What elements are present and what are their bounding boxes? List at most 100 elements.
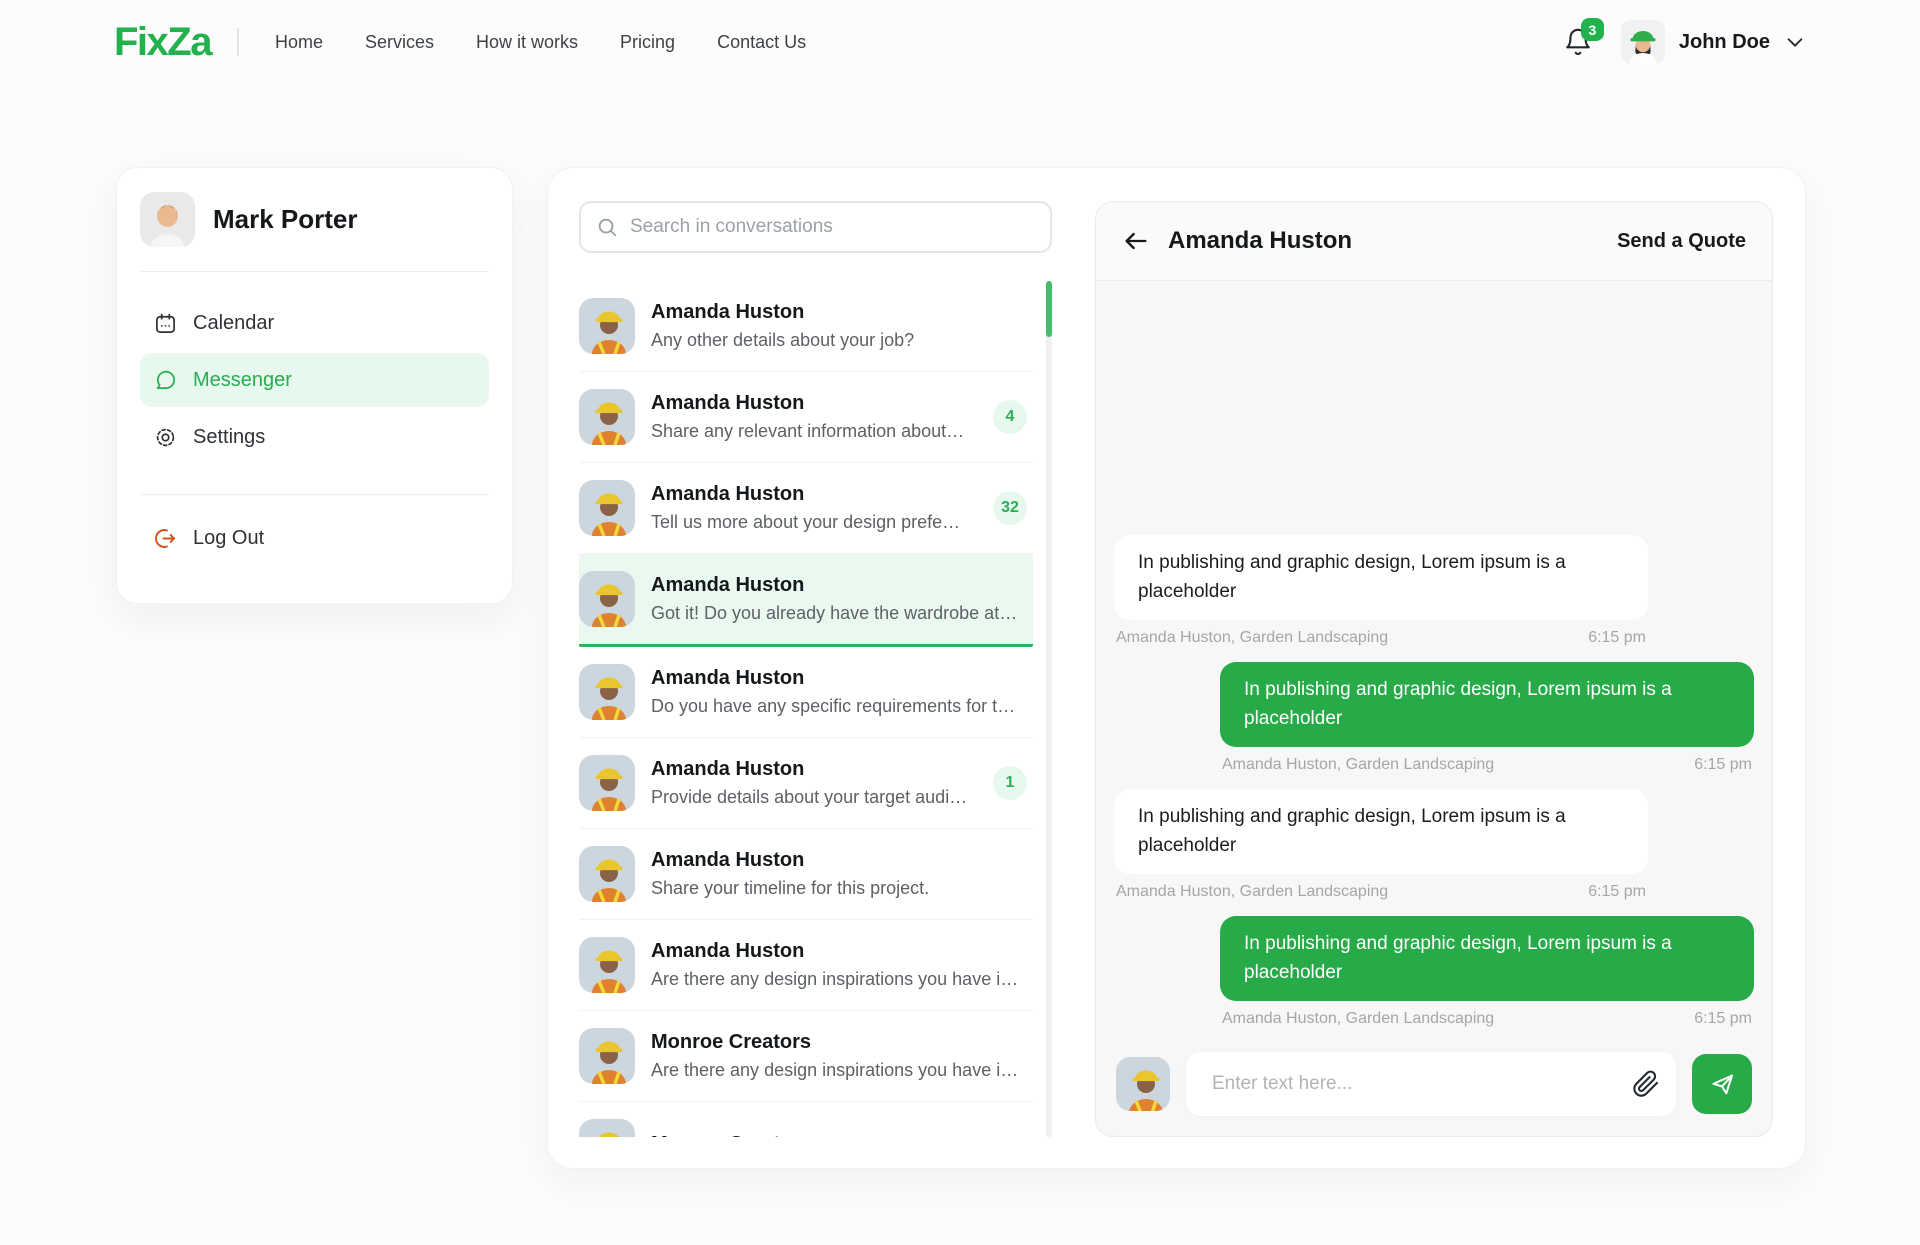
logout-label: Log Out [193,527,264,550]
message-time: 6:15 pm [1694,1010,1752,1028]
logout-icon [154,527,177,550]
conversation-name: Amanda Huston [651,392,977,415]
back-arrow-icon[interactable] [1122,227,1150,255]
message-meta: Amanda Huston, Garden Landscaping [1116,883,1388,901]
conversation-search [579,201,1052,253]
message-group: In publishing and graphic design, Lorem … [1114,535,1648,647]
divider [140,271,489,272]
scrollbar-track[interactable] [1046,281,1052,1137]
conversation-item[interactable]: Monroe Creators Are there any design ins… [579,1011,1033,1102]
conversation-preview: Tell us more about your design prefe… [651,512,977,533]
conversation-item[interactable]: Amanda Huston Any other details about yo… [579,281,1033,372]
conversation-name: Amanda Huston [651,940,1033,963]
avatar [579,937,635,993]
message-group: In publishing and graphic design, Lorem … [1220,916,1754,1028]
sidebar-item-calendar[interactable]: Calendar [140,296,489,350]
message-meta: Amanda Huston, Garden Landscaping [1116,629,1388,647]
avatar [1116,1057,1170,1111]
message-time: 6:15 pm [1694,756,1752,774]
unread-count-badge: 32 [993,491,1027,525]
brand-logo[interactable]: FixZa [114,20,211,65]
conversation-name: Amanda Huston [651,849,1033,872]
avatar [579,571,635,627]
message-input[interactable] [1186,1052,1676,1116]
conversation-item[interactable]: Amanda Huston Are there any design inspi… [579,920,1033,1011]
user-menu[interactable]: John Doe [1621,20,1806,64]
conversation-preview: Are there any design inspirations you ha… [651,1060,1033,1081]
user-name: John Doe [1679,31,1770,54]
avatar [579,298,635,354]
message-meta: Amanda Huston, Garden Landscaping [1222,1010,1494,1028]
scrollbar-thumb[interactable] [1046,281,1052,337]
top-right-cluster: 3 John Doe [1563,20,1806,64]
conversation-name: Monroe Creators [651,1133,1033,1138]
message-group: In publishing and graphic design, Lorem … [1114,789,1648,901]
conversation-preview: Do you have any specific requirements fo… [651,696,1033,717]
conversation-name: Amanda Huston [651,758,977,781]
conversation-name: Monroe Creators [651,1031,1033,1054]
sidebar-item-messenger[interactable]: Messenger [140,353,489,407]
search-icon [596,216,618,238]
send-button[interactable] [1692,1054,1752,1114]
unread-count-badge: 1 [993,766,1027,800]
conversation-name: Amanda Huston [651,667,1033,690]
nav-item-contact-us[interactable]: Contact Us [717,32,806,53]
avatar [579,389,635,445]
message-input-bar [1096,1044,1772,1136]
chat-title: Amanda Huston [1168,227,1352,255]
message-bubble: In publishing and graphic design, Lorem … [1220,916,1754,1001]
profile-avatar [140,192,195,247]
conversation-preview: Any other details about your job? [651,330,1033,351]
sidebar-menu: Calendar Messenger Settings [140,296,489,464]
avatar [1621,20,1665,64]
avatar [579,755,635,811]
send-quote-button[interactable]: Send a Quote [1617,230,1746,253]
conversation-preview: Share your timeline for this project. [651,878,1033,899]
avatar [579,480,635,536]
conversation-preview: Share any relevant information about… [651,421,977,442]
calendar-icon [154,312,177,335]
unread-count-badge: 4 [993,400,1027,434]
chevron-down-icon [1784,31,1806,53]
avatar [579,1028,635,1084]
chat-panel: Amanda Huston Send a Quote In publishing… [1095,201,1773,1137]
avatar [579,1119,635,1137]
message-bubble: In publishing and graphic design, Lorem … [1114,535,1648,620]
gear-icon [154,426,177,449]
messenger-card: Amanda Huston Any other details about yo… [547,167,1806,1169]
send-icon [1709,1071,1736,1098]
nav-item-services[interactable]: Services [365,32,434,53]
conversation-item[interactable]: Monroe Creators [579,1102,1033,1137]
notifications-button[interactable]: 3 [1563,27,1593,57]
logo-divider [237,28,239,56]
conversation-item[interactable]: Amanda Huston Provide details about your… [579,738,1033,829]
conversation-preview: Provide details about your target audi… [651,787,977,808]
search-input[interactable] [630,216,1035,238]
avatar [579,664,635,720]
conversation-list: Amanda Huston Any other details about yo… [579,281,1033,1137]
conversation-name: Amanda Huston [651,483,977,506]
sidebar-item-settings[interactable]: Settings [140,410,489,464]
notification-count-badge: 3 [1581,18,1604,41]
conversation-item[interactable]: Amanda Huston Share your timeline for th… [579,829,1033,920]
message-group: In publishing and graphic design, Lorem … [1220,662,1754,774]
conversation-item[interactable]: Amanda Huston Tell us more about your de… [579,463,1033,554]
paperclip-icon[interactable] [1632,1070,1660,1098]
divider [140,494,489,495]
logout-button[interactable]: Log Out [140,511,489,565]
chat-input-wrap [1186,1052,1676,1116]
main-nav: Home Services How it works Pricing Contact U… [275,32,806,53]
profile-row: Mark Porter [140,192,489,247]
conversation-item[interactable]: Amanda Huston Got it! Do you already hav… [579,554,1033,647]
conversation-item[interactable]: Amanda Huston Share any relevant informa… [579,372,1033,463]
message-time: 6:15 pm [1588,883,1646,901]
conversation-preview: Are there any design inspirations you ha… [651,969,1033,990]
message-time: 6:15 pm [1588,629,1646,647]
conversation-preview: Got it! Do you already have the wardrobe… [651,603,1033,624]
conversation-name: Amanda Huston [651,301,1033,324]
nav-item-home[interactable]: Home [275,32,323,53]
message-bubble: In publishing and graphic design, Lorem … [1220,662,1754,747]
nav-item-pricing[interactable]: Pricing [620,32,675,53]
conversation-item[interactable]: Amanda Huston Do you have any specific r… [579,647,1033,738]
nav-item-how-it-works[interactable]: How it works [476,32,578,53]
